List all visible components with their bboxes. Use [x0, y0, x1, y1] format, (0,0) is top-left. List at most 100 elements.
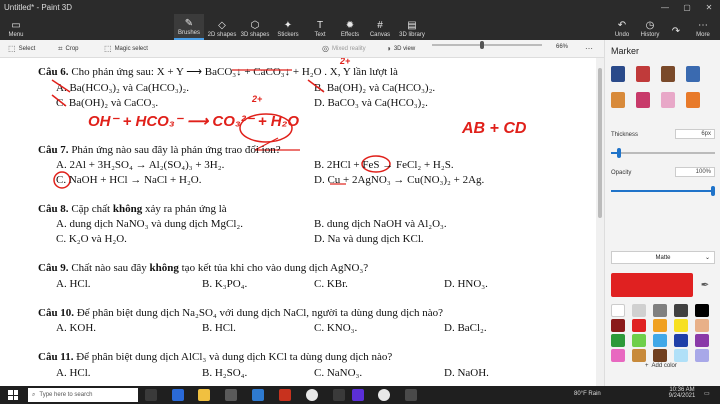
thickness-slider[interactable]	[611, 148, 715, 158]
color-swatch[interactable]	[674, 334, 688, 347]
store-icon[interactable]	[225, 389, 237, 401]
word-icon[interactable]	[252, 389, 264, 401]
tab-stickers[interactable]: ✦ Stickers	[273, 14, 303, 40]
opacity-field[interactable]: 100%	[675, 167, 715, 177]
answer-c: C. KNO₃.	[314, 322, 358, 334]
color-swatch[interactable]	[653, 334, 667, 347]
fill-icon[interactable]	[686, 92, 700, 108]
tab-3d-library[interactable]: ▤ 3D library	[396, 14, 428, 40]
color-swatch[interactable]	[653, 319, 667, 332]
app-icon[interactable]	[405, 389, 417, 401]
tab-label: Brushes	[177, 30, 200, 36]
answer-d: D. BaCl₂.	[444, 322, 487, 334]
powerpoint-icon[interactable]	[279, 389, 291, 401]
eyedropper-icon[interactable]: ✒	[697, 277, 713, 293]
marker-brush-icon[interactable]	[611, 66, 625, 82]
question-text: Cặp chất	[71, 203, 113, 215]
color-swatch[interactable]	[653, 304, 667, 317]
answer-b: B. K₃PO₄.	[202, 278, 248, 290]
file-explorer-icon[interactable]	[198, 389, 210, 401]
color-swatch[interactable]	[695, 334, 709, 347]
select-icon: ⬚	[8, 44, 16, 53]
opacity-slider-knob[interactable]	[711, 186, 715, 196]
app-icon[interactable]	[378, 389, 390, 401]
chrome-icon[interactable]	[306, 389, 318, 401]
notification-icon[interactable]: ▭	[704, 390, 710, 397]
history-button[interactable]: ◷ History	[637, 14, 663, 40]
question-number: Câu 10.	[38, 307, 75, 319]
task-view-icon[interactable]	[145, 389, 157, 401]
undo-label: Undo	[614, 32, 630, 38]
view-3d-toggle[interactable]: ◑ 3D view	[386, 44, 415, 53]
tab-brushes[interactable]: ✎ Brushes	[174, 14, 204, 40]
color-swatch[interactable]	[611, 349, 625, 362]
question-11: Câu 11. Để phân biệt dung dịch AlCl₃ và …	[38, 351, 392, 363]
opacity-slider[interactable]	[611, 186, 715, 196]
color-swatch[interactable]	[674, 304, 688, 317]
color-swatch[interactable]	[611, 304, 625, 317]
oil-brush-icon[interactable]	[661, 66, 675, 82]
select-button[interactable]: ⬚ Select	[8, 44, 35, 53]
add-color-button[interactable]: + Add color	[645, 363, 677, 369]
answer-b: B. dung dịch NaOH và Al₂O₃.	[314, 218, 447, 230]
watercolor-icon[interactable]	[686, 66, 700, 82]
color-swatch[interactable]	[695, 349, 709, 362]
tab-effects[interactable]: ✹ Effects	[336, 14, 364, 40]
history-label: History	[640, 32, 660, 38]
thickness-field[interactable]: 6px	[675, 129, 715, 139]
zoom-slider[interactable]	[432, 41, 542, 49]
tab-canvas[interactable]: # Canvas	[366, 14, 394, 40]
zoom-menu[interactable]: ⋯	[585, 44, 593, 53]
taskbar-search[interactable]: ⌕ Type here to search	[28, 388, 138, 402]
mixed-reality-button[interactable]: ◎ Mixed reality	[322, 44, 366, 53]
answer-d: D. HNO₃.	[444, 278, 488, 290]
undo-button[interactable]: ↶ Undo	[611, 14, 633, 40]
color-swatch[interactable]	[695, 304, 709, 317]
color-swatch[interactable]	[674, 319, 688, 332]
magic-select-button[interactable]: ⬚ Magic select	[104, 44, 148, 53]
thickness-slider-knob[interactable]	[617, 148, 622, 158]
answer-d: D. NaOH.	[444, 367, 489, 379]
windows-start-icon[interactable]	[8, 390, 18, 400]
edge-icon[interactable]	[172, 389, 184, 401]
answer-a: A. 2Al + 3H₂SO₄ → Al₂(SO₄)₃ + 3H₂.	[56, 159, 225, 171]
mixed-reality-icon: ◎	[322, 44, 329, 53]
tab-3d-shapes[interactable]: ⬡ 3D shapes	[240, 14, 270, 40]
minimize-icon[interactable]: —	[654, 0, 676, 14]
brush-icon: ✎	[184, 17, 194, 29]
taskbar: ⌕ Type here to search 80°F Rain 10:36 AM…	[0, 386, 720, 404]
close-icon[interactable]: ✕	[698, 0, 720, 14]
more-icon: ⋯	[698, 19, 708, 31]
paint3d-icon[interactable]	[352, 389, 364, 401]
clock[interactable]: 10:36 AM 9/24/2021	[666, 387, 698, 399]
eraser-icon[interactable]	[661, 92, 675, 108]
question-text: Để phân biệt dung dịch AlCl₃ và dung dịc…	[76, 351, 393, 363]
color-swatch[interactable]	[611, 334, 625, 347]
color-swatch[interactable]	[632, 349, 646, 362]
redo-button[interactable]: ↷	[665, 14, 687, 40]
color-swatch[interactable]	[611, 319, 625, 332]
tab-2d-shapes[interactable]: ◇ 2D shapes	[207, 14, 237, 40]
color-swatch[interactable]	[653, 349, 667, 362]
vertical-scrollbar[interactable]	[596, 58, 604, 386]
pencil-icon[interactable]	[636, 92, 650, 108]
color-swatch[interactable]	[632, 319, 646, 332]
color-swatch[interactable]	[632, 334, 646, 347]
color-swatch[interactable]	[695, 319, 709, 332]
finish-dropdown[interactable]: Matte ⌄	[611, 251, 715, 264]
color-swatch[interactable]	[674, 349, 688, 362]
tab-text[interactable]: T Text	[306, 14, 334, 40]
scrollbar-thumb[interactable]	[598, 68, 602, 218]
color-swatch[interactable]	[632, 304, 646, 317]
selected-color-swatch[interactable]	[611, 273, 693, 297]
app-icon[interactable]	[333, 389, 345, 401]
pixel-pen-icon[interactable]	[611, 92, 625, 108]
crop-button[interactable]: ⌗ Crop	[58, 44, 79, 54]
weather-status[interactable]: 80°F Rain	[574, 391, 601, 397]
maximize-icon[interactable]: ▢	[676, 0, 698, 14]
menu-button[interactable]: ▭ Menu	[4, 14, 28, 40]
drawing-canvas[interactable]: Câu 6. Cho phản ứng sau: X + Y ⟶ BaCO₃↓ …	[0, 58, 604, 386]
question-number: Câu 9.	[38, 262, 69, 274]
calligraphy-pen-icon[interactable]	[636, 66, 650, 82]
more-button[interactable]: ⋯ More	[692, 14, 714, 40]
